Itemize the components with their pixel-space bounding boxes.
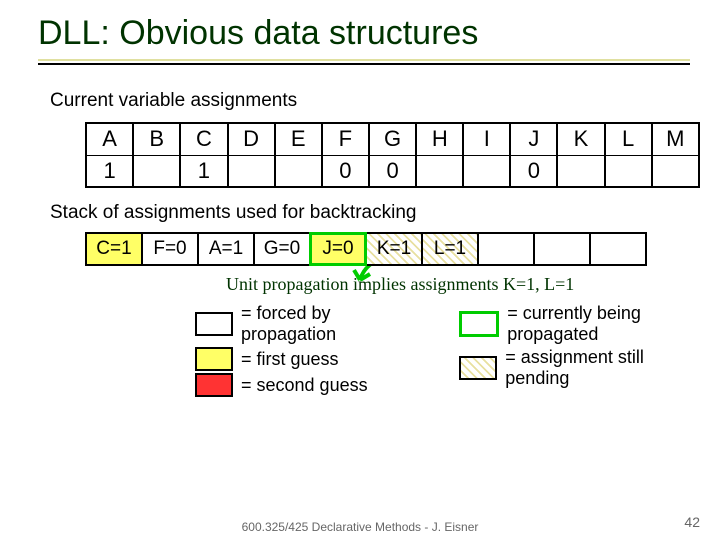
stack-cell: L=1 [422, 233, 478, 265]
var-value [605, 155, 652, 187]
stack-cell [478, 233, 534, 265]
var-header: H [416, 123, 463, 155]
stack-cell [534, 233, 590, 265]
legend-label: = assignment still pending [505, 347, 700, 389]
var-header: G [369, 123, 416, 155]
swatch-forced [195, 312, 233, 336]
page-number: 42 [684, 514, 700, 530]
variables-table: A B C D E F G H I J K L M 1 1 0 0 0 [85, 122, 700, 188]
var-value: 0 [369, 155, 416, 187]
swatch-second-guess [195, 373, 233, 397]
var-header: L [605, 123, 652, 155]
var-value [652, 155, 699, 187]
var-header: D [228, 123, 275, 155]
var-value [557, 155, 604, 187]
legend-label: = first guess [241, 349, 339, 370]
var-value [228, 155, 275, 187]
stack-cell: A=1 [198, 233, 254, 265]
stack-cell: C=1 [86, 233, 142, 265]
stack-cell: G=0 [254, 233, 310, 265]
var-header: K [557, 123, 604, 155]
var-header: B [133, 123, 180, 155]
propagation-annotation: Unit propagation implies assignments K=1… [226, 274, 700, 295]
var-header: F [322, 123, 369, 155]
var-header: M [652, 123, 699, 155]
var-value: 0 [322, 155, 369, 187]
stack-cell [590, 233, 646, 265]
footer: 600.325/425 Declarative Methods - J. Eis… [0, 520, 720, 534]
var-value: 0 [510, 155, 557, 187]
var-value: 1 [180, 155, 227, 187]
stack-cell: K=1 [366, 233, 422, 265]
section2-label: Stack of assignments used for backtracki… [50, 202, 700, 224]
legend-label: = second guess [241, 375, 368, 396]
var-header: I [463, 123, 510, 155]
stack-cell: F=0 [142, 233, 198, 265]
var-value [133, 155, 180, 187]
stack-table: C=1F=0A=1G=0J=0K=1L=1 [85, 232, 647, 266]
swatch-pending [459, 356, 497, 380]
section1-label: Current variable assignments [50, 90, 700, 112]
var-header: J [510, 123, 557, 155]
var-header: C [180, 123, 227, 155]
legend: = forced by propagation = first guess = … [195, 301, 700, 399]
var-value [416, 155, 463, 187]
var-header: E [275, 123, 322, 155]
swatch-current-propagation [459, 311, 499, 337]
page-title: DLL: Obvious data structures [38, 14, 690, 61]
legend-label: = forced by propagation [241, 303, 399, 345]
var-value [275, 155, 322, 187]
legend-label: = currently being propagated [507, 303, 700, 345]
stack-cell: J=0 [310, 233, 366, 265]
var-value: 1 [86, 155, 133, 187]
var-header: A [86, 123, 133, 155]
swatch-first-guess [195, 347, 233, 371]
var-value [463, 155, 510, 187]
